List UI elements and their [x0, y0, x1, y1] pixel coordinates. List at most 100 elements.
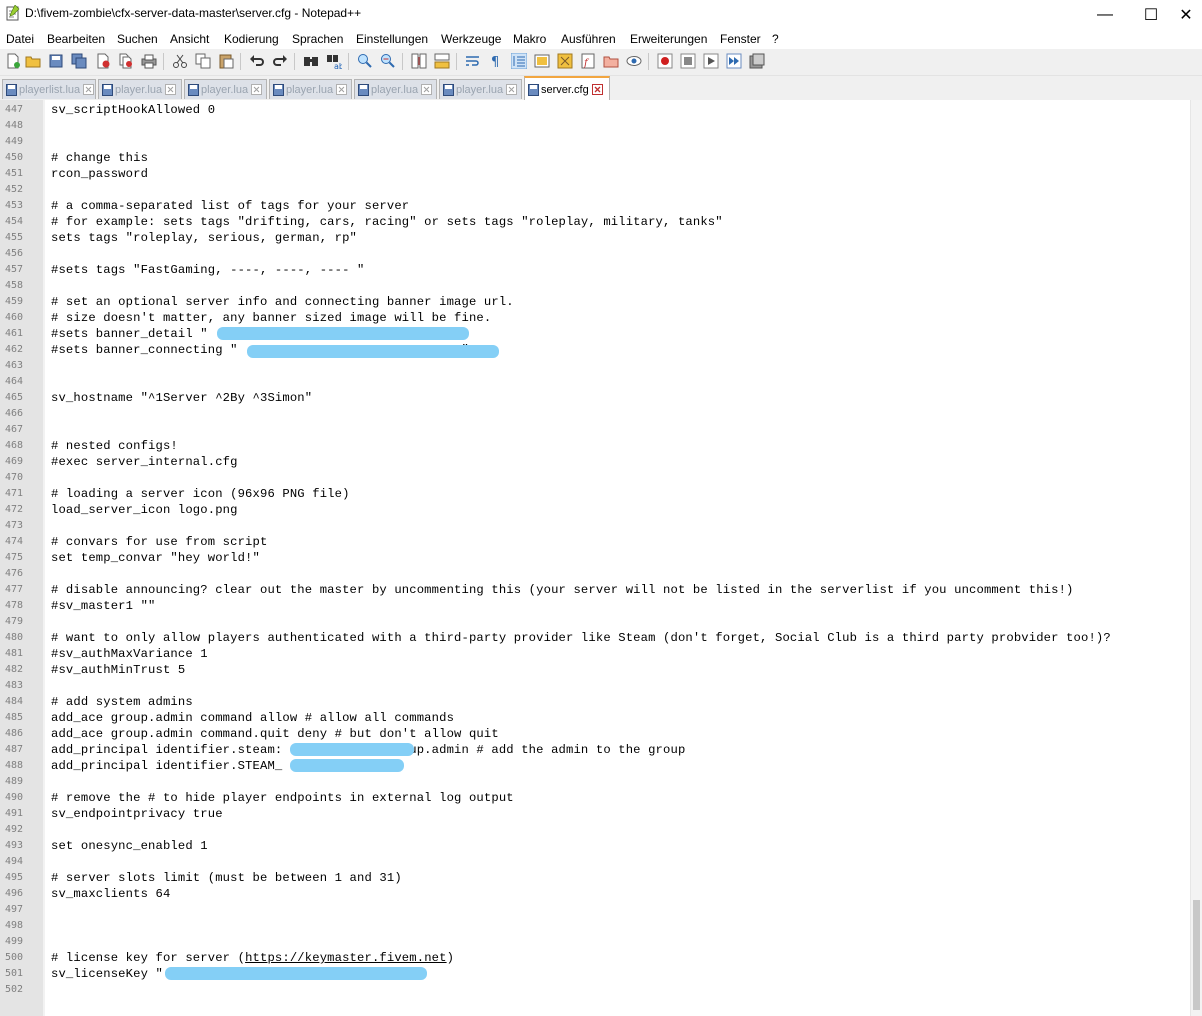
menu-help[interactable]: ? — [772, 32, 779, 46]
new-file-icon[interactable] — [5, 53, 21, 69]
code-line[interactable]: 484 # add system admins — [0, 694, 1190, 710]
record-macro-icon[interactable] — [657, 53, 673, 69]
cut-icon[interactable] — [172, 53, 188, 69]
code-line[interactable]: 466 — [0, 406, 1190, 422]
code-line[interactable]: 474 # convars for use from script — [0, 534, 1190, 550]
tab-player-lua-4[interactable]: player.lua — [354, 79, 437, 99]
code-line[interactable]: 499 — [0, 934, 1190, 950]
replace-icon[interactable]: ab — [326, 53, 342, 69]
code-line[interactable]: 500 # license key for server (https://key… — [0, 950, 1190, 966]
save-macro-icon[interactable] — [749, 53, 765, 69]
code-line[interactable]: 464 — [0, 374, 1190, 390]
code-line[interactable]: 461#sets banner_detail " " — [0, 326, 1190, 342]
code-line[interactable]: 453 # a comma-separated list of tags for … — [0, 198, 1190, 214]
close-file-icon[interactable] — [95, 53, 111, 69]
code-line[interactable]: 450 # change this — [0, 150, 1190, 166]
code-line[interactable]: 460 # size doesn't matter, any banner siz… — [0, 310, 1190, 326]
code-line[interactable]: 470 — [0, 470, 1190, 486]
code-line[interactable]: 486 add_ace group.admin command.quit deny… — [0, 726, 1190, 742]
code-line[interactable]: 478 #sv_master1 "" — [0, 598, 1190, 614]
code-line[interactable]: 494 — [0, 854, 1190, 870]
code-line[interactable]: 479 — [0, 614, 1190, 630]
tab-close-icon[interactable] — [165, 84, 177, 95]
code-line[interactable]: 482 #sv_authMinTrust 5 — [0, 662, 1190, 678]
code-editor[interactable]: 447 sv_scriptHookAllowed 0 448 449 450 # chan… — [0, 100, 1202, 1016]
code-line[interactable]: 447 sv_scriptHookAllowed 0 — [0, 102, 1190, 118]
tab-close-icon[interactable] — [83, 84, 95, 95]
print-icon[interactable] — [141, 53, 157, 69]
maximize-button[interactable]: ☐ — [1128, 0, 1174, 30]
code-line[interactable]: 502 — [0, 982, 1190, 998]
close-all-icon[interactable] — [118, 53, 134, 69]
code-line[interactable]: 490 # remove the # to hide player endpoin… — [0, 790, 1190, 806]
play-macro-icon[interactable] — [703, 53, 719, 69]
menu-ausfuehren[interactable]: Ausführen — [561, 32, 616, 46]
save-icon[interactable] — [48, 53, 64, 69]
code-line[interactable]: 477 # disable announcing? clear out the m… — [0, 582, 1190, 598]
vertical-scrollbar[interactable] — [1190, 100, 1202, 1016]
stop-macro-icon[interactable] — [680, 53, 696, 69]
tab-close-icon[interactable] — [251, 84, 263, 95]
tab-player-lua-3[interactable]: player.lua — [269, 79, 352, 99]
menu-bearbeiten[interactable]: Bearbeiten — [47, 32, 105, 46]
folder-workspace-icon[interactable] — [603, 53, 619, 69]
menu-makro[interactable]: Makro — [513, 32, 546, 46]
code-line[interactable]: 449 — [0, 134, 1190, 150]
code-line[interactable]: 489 — [0, 774, 1190, 790]
scrollbar-thumb[interactable] — [1193, 900, 1200, 1010]
function-list-icon[interactable]: f — [580, 53, 596, 69]
code-line[interactable]: 458 — [0, 278, 1190, 294]
code-line[interactable]: 469 #exec server_internal.cfg — [0, 454, 1190, 470]
url-link[interactable]: https://keymaster.fivem.net — [245, 951, 447, 965]
show-all-chars-icon[interactable]: ¶ — [488, 53, 504, 69]
code-line[interactable]: 468 # nested configs! — [0, 438, 1190, 454]
code-line[interactable]: 493 set onesync_enabled 1 — [0, 838, 1190, 854]
code-line[interactable]: 456 — [0, 246, 1190, 262]
tab-server-cfg[interactable]: server.cfg — [524, 76, 610, 101]
word-wrap-icon[interactable] — [465, 53, 481, 69]
code-line[interactable]: 497 — [0, 902, 1190, 918]
code-line[interactable]: 496 sv_maxclients 64 — [0, 886, 1190, 902]
sync-vertical-icon[interactable] — [411, 53, 427, 69]
zoom-out-icon[interactable] — [380, 53, 396, 69]
open-file-icon[interactable] — [25, 53, 41, 69]
code-line[interactable]: 487 add_principal identifier.steam: group… — [0, 742, 1190, 758]
code-line[interactable]: 481 #sv_authMaxVariance 1 — [0, 646, 1190, 662]
code-line[interactable]: 448 — [0, 118, 1190, 134]
code-line[interactable]: 476 — [0, 566, 1190, 582]
code-line[interactable]: 483 — [0, 678, 1190, 694]
tab-player-lua-2[interactable]: player.lua — [184, 79, 267, 99]
code-line[interactable]: 498 — [0, 918, 1190, 934]
menu-fenster[interactable]: Fenster — [720, 32, 761, 46]
menu-ansicht[interactable]: Ansicht — [170, 32, 209, 46]
menu-kodierung[interactable]: Kodierung — [224, 32, 279, 46]
udl-icon[interactable] — [534, 53, 550, 69]
tab-close-icon[interactable] — [421, 84, 433, 95]
code-line[interactable]: 485 add_ace group.admin command allow # a… — [0, 710, 1190, 726]
redo-icon[interactable] — [272, 53, 288, 69]
minimize-button[interactable]: — — [1082, 0, 1128, 30]
code-line[interactable]: 452 — [0, 182, 1190, 198]
tab-close-icon[interactable] — [591, 84, 603, 95]
menu-sprachen[interactable]: Sprachen — [292, 32, 343, 46]
paste-icon[interactable] — [218, 53, 234, 69]
code-line[interactable]: 459 # set an optional server info and con… — [0, 294, 1190, 310]
code-line[interactable]: 492 — [0, 822, 1190, 838]
code-line[interactable]: 467 — [0, 422, 1190, 438]
code-line[interactable]: 495 # server slots limit (must be between… — [0, 870, 1190, 886]
menu-erweiterungen[interactable]: Erweiterungen — [630, 32, 707, 46]
find-icon[interactable] — [303, 53, 319, 69]
code-line[interactable]: 475 set temp_convar "hey world!" — [0, 550, 1190, 566]
code-line[interactable]: 472 load_server_icon logo.png — [0, 502, 1190, 518]
code-line[interactable]: 471 # loading a server icon (96x96 PNG fi… — [0, 486, 1190, 502]
code-line[interactable]: 451 rcon_password — [0, 166, 1190, 182]
copy-icon[interactable] — [195, 53, 211, 69]
code-line[interactable]: 473 — [0, 518, 1190, 534]
code-line[interactable]: 480 # want to only allow players authenti… — [0, 630, 1190, 646]
code-line[interactable]: 488 add_principal identifier.STEAM_ — [0, 758, 1190, 774]
tab-close-icon[interactable] — [506, 84, 518, 95]
code-line[interactable]: 462#sets banner_connecting " " — [0, 342, 1190, 358]
tab-player-lua-1[interactable]: player.lua — [98, 79, 182, 99]
tab-close-icon[interactable] — [336, 84, 348, 95]
code-line[interactable]: 491 sv_endpointprivacy true — [0, 806, 1190, 822]
